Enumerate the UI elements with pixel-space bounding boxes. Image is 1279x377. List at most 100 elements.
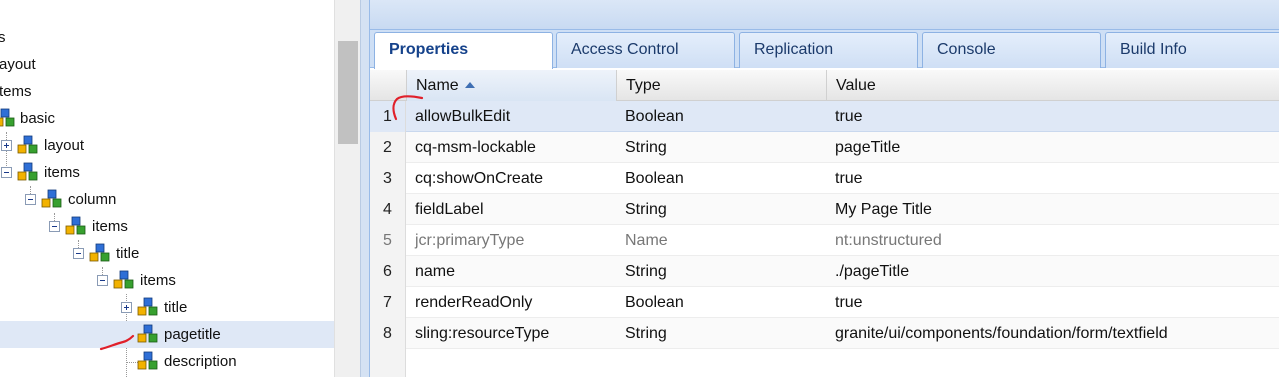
property-value: true xyxy=(835,170,863,187)
collapse-minus-icon[interactable] xyxy=(25,194,36,205)
node-cubes-icon xyxy=(89,243,110,262)
node-cubes-icon xyxy=(137,324,158,343)
table-row[interactable]: 8 sling:resourceType String granite/ui/c… xyxy=(370,318,1279,349)
collapse-minus-icon[interactable] xyxy=(73,248,84,259)
tree-node-label: pagetitle xyxy=(164,326,221,343)
table-row[interactable]: 1 allowBulkEdit Boolean true xyxy=(370,101,1279,132)
node-cubes-icon xyxy=(17,162,38,181)
tree-node-label: basic xyxy=(20,110,56,127)
row-number: 2 xyxy=(370,132,406,163)
property-type: String xyxy=(625,201,667,218)
table-row[interactable]: 7 renderReadOnly Boolean true xyxy=(370,287,1279,318)
column-header-name[interactable]: Name xyxy=(406,70,616,101)
tree-node[interactable]: ayout xyxy=(0,51,334,78)
tree-node-basic[interactable]: basic xyxy=(0,105,334,132)
tab-console[interactable]: Console xyxy=(922,32,1101,68)
properties-grid: Name Type Value 1 allowBulkEdit Boolean … xyxy=(370,70,1279,377)
row-number: 7 xyxy=(370,287,406,318)
property-value: true xyxy=(835,108,863,125)
tree-node-label: title xyxy=(164,299,188,316)
tab-label: Properties xyxy=(389,41,469,58)
table-row[interactable]: 5 jcr:primaryType Name nt:unstructured xyxy=(370,225,1279,256)
tree-node-label: items xyxy=(140,272,176,289)
tree-node-label: layout xyxy=(44,137,85,154)
collapse-minus-icon[interactable] xyxy=(1,167,12,178)
property-name: fieldLabel xyxy=(415,201,484,218)
property-value: pageTitle xyxy=(835,139,901,156)
row-number: 1 xyxy=(370,101,406,132)
tab-replication[interactable]: Replication xyxy=(739,32,918,68)
expand-plus-icon[interactable] xyxy=(121,302,132,313)
tab-access-control[interactable]: Access Control xyxy=(556,32,735,68)
property-name: cq:showOnCreate xyxy=(415,170,544,187)
tab-label: Replication xyxy=(754,41,834,58)
tree-node-label: tems xyxy=(0,83,32,100)
node-cubes-icon xyxy=(41,189,62,208)
node-cubes-icon xyxy=(65,216,86,235)
property-value: true xyxy=(835,294,863,311)
row-number: 4 xyxy=(370,194,406,225)
table-row[interactable]: 6 name String ./pageTitle xyxy=(370,256,1279,287)
tab-properties[interactable]: Properties xyxy=(374,32,553,69)
tree-node-title[interactable]: title xyxy=(0,240,334,267)
property-name: sling:resourceType xyxy=(415,325,550,342)
tree-node-label: ayout xyxy=(0,56,36,73)
property-type: String xyxy=(625,263,667,280)
tree-node-description[interactable]: description xyxy=(0,348,334,375)
tree-node-title[interactable]: title xyxy=(0,294,334,321)
properties-panel: Properties Access Control Replication Co… xyxy=(370,0,1279,377)
property-value: granite/ui/components/foundation/form/te… xyxy=(835,325,1168,342)
column-header-value[interactable]: Value xyxy=(826,70,1279,101)
tree-node-items[interactable]: items xyxy=(0,267,334,294)
property-name: name xyxy=(415,263,456,280)
property-name: allowBulkEdit xyxy=(415,108,511,125)
table-row[interactable]: 4 fieldLabel String My Page Title xyxy=(370,194,1279,225)
collapse-minus-icon[interactable] xyxy=(49,221,60,232)
grid-header: Name Type Value xyxy=(370,70,1279,101)
tree-node-items[interactable]: items xyxy=(0,159,334,186)
tab-build-info[interactable]: Build Info xyxy=(1105,32,1279,68)
panel-header xyxy=(370,0,1279,30)
tab-label: Build Info xyxy=(1120,41,1187,58)
column-header-label: Value xyxy=(836,77,876,94)
tab-label: Console xyxy=(937,41,996,58)
panel-splitter[interactable] xyxy=(360,0,370,377)
row-number: 8 xyxy=(370,318,406,349)
row-number-column-filler xyxy=(370,349,406,377)
property-name: renderReadOnly xyxy=(415,294,533,311)
row-number: 5 xyxy=(370,225,406,256)
node-cubes-icon xyxy=(137,351,158,370)
repository-tree: s ayout tems basic layout items column i… xyxy=(0,0,334,377)
tree-node-label: column xyxy=(68,191,117,208)
tree-node-items[interactable]: items xyxy=(0,213,334,240)
tree-node-label: items xyxy=(92,218,128,235)
tab-strip: Properties Access Control Replication Co… xyxy=(370,30,1279,69)
node-cubes-icon xyxy=(0,108,15,127)
scrollbar-thumb[interactable] xyxy=(338,41,358,144)
column-header-label: Type xyxy=(626,77,661,94)
tree-node-label: description xyxy=(164,353,237,370)
property-value: ./pageTitle xyxy=(835,263,910,280)
tree-scrollbar[interactable] xyxy=(334,0,360,377)
table-row[interactable]: 3 cq:showOnCreate Boolean true xyxy=(370,163,1279,194)
tree-node-pagetitle[interactable]: pagetitle xyxy=(0,321,334,348)
expand-plus-icon[interactable] xyxy=(1,140,12,151)
sort-ascending-icon xyxy=(464,82,475,88)
column-header-type[interactable]: Type xyxy=(616,70,826,101)
tree-node-column[interactable]: column xyxy=(0,186,334,213)
node-cubes-icon xyxy=(113,270,134,289)
column-header-label: Name xyxy=(416,77,459,94)
property-type: Boolean xyxy=(625,294,684,311)
tree-node[interactable]: s xyxy=(0,24,334,51)
tree-node[interactable]: tems xyxy=(0,78,334,105)
table-row[interactable]: 2 cq-msm-lockable String pageTitle xyxy=(370,132,1279,163)
property-type: Boolean xyxy=(625,170,684,187)
tree-node-layout[interactable]: layout xyxy=(0,132,334,159)
property-name: jcr:primaryType xyxy=(415,232,525,249)
property-type: String xyxy=(625,325,667,342)
tree-node-label: items xyxy=(44,164,80,181)
collapse-minus-icon[interactable] xyxy=(97,275,108,286)
tree-node-label: s xyxy=(0,29,6,46)
tab-label: Access Control xyxy=(571,41,679,58)
property-name: cq-msm-lockable xyxy=(415,139,536,156)
